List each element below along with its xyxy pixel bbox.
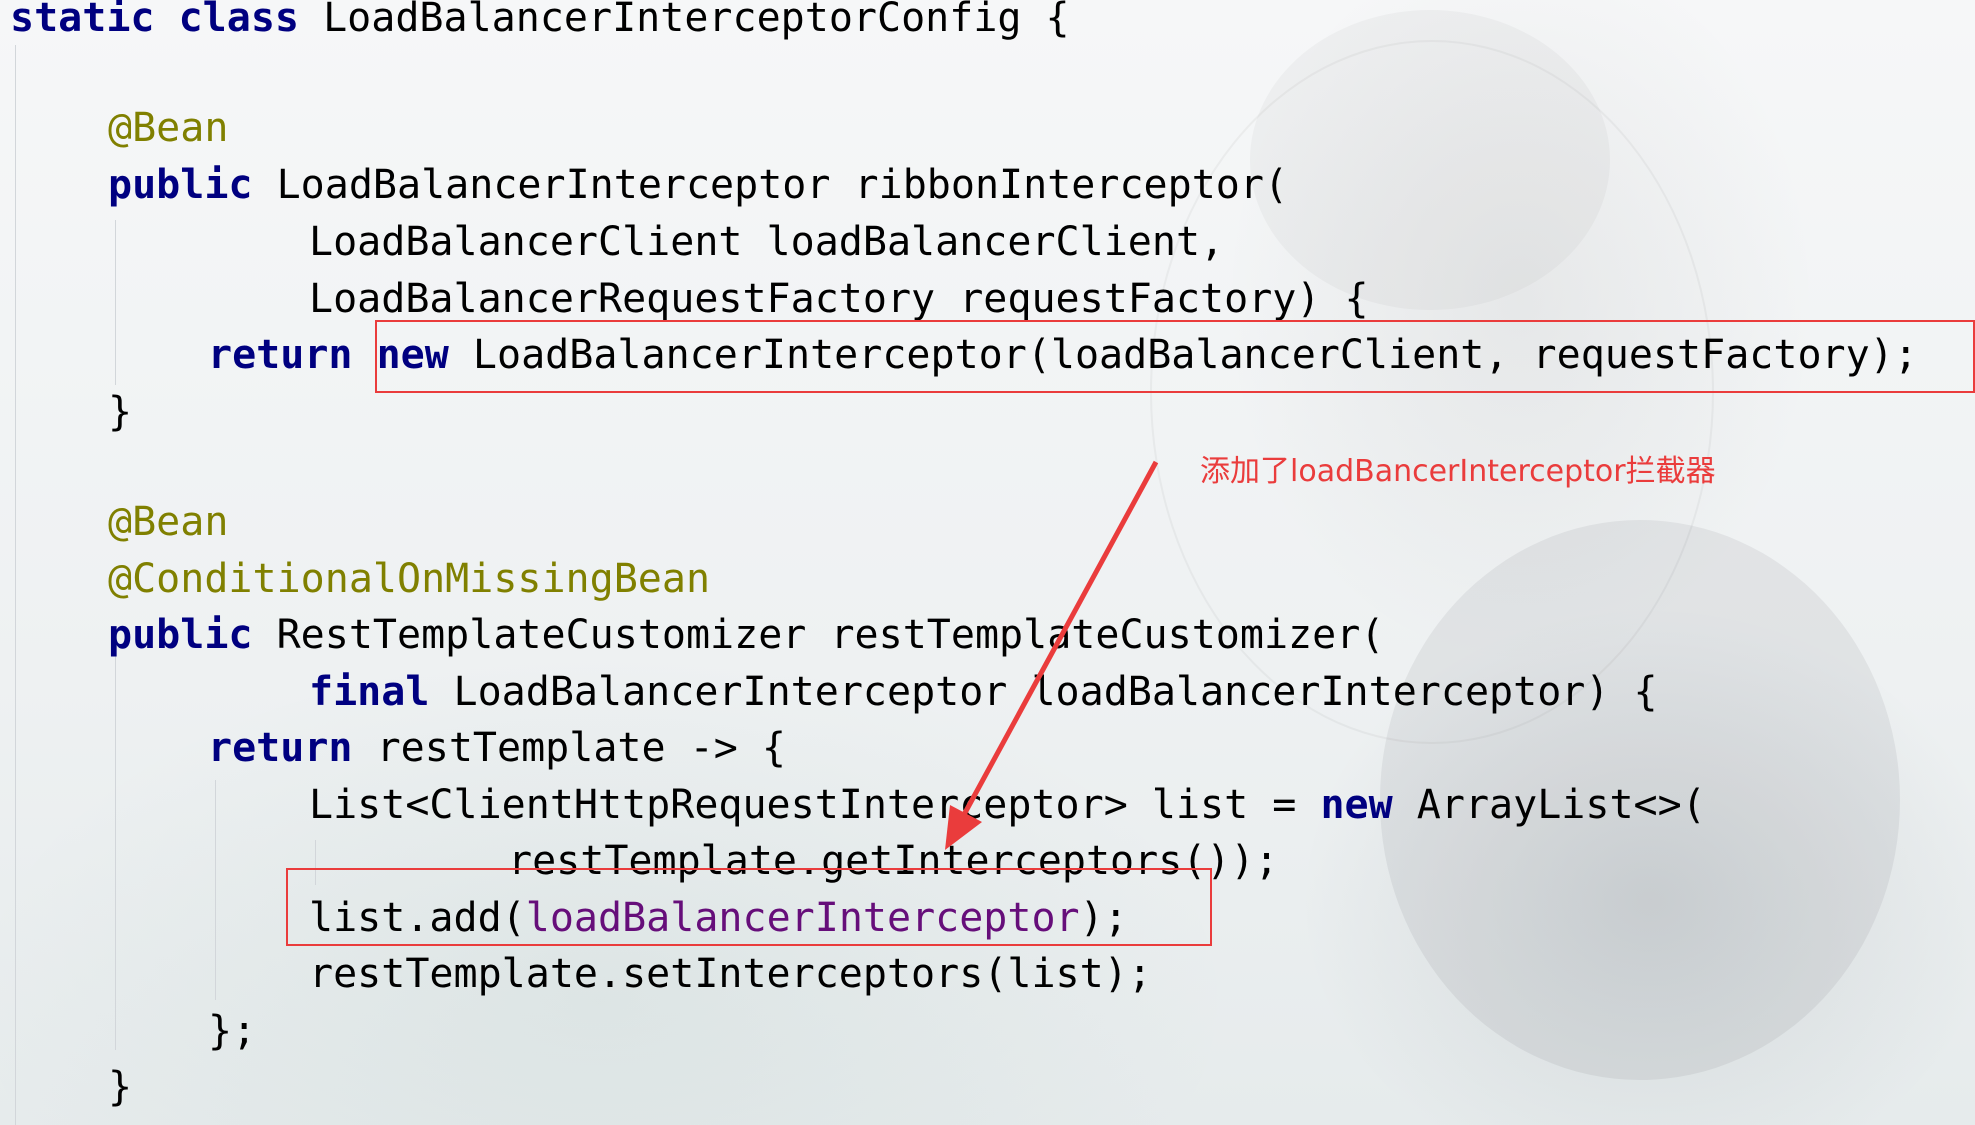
code-line-2: @Bean: [108, 100, 228, 156]
code-text: restTemplate -> {: [352, 725, 786, 771]
code-text: LoadBalancerInterceptor loadBalancerInte…: [429, 669, 1658, 715]
code-text: ArrayList<>(: [1392, 782, 1706, 828]
annotation-callout: 添加了loadBancerInterceptor拦截器: [1200, 454, 1716, 489]
code-line-12: return restTemplate -> {: [208, 720, 786, 776]
code-line-1: static class LoadBalancerInterceptorConf…: [10, 0, 1070, 46]
code-text: };: [208, 1008, 257, 1054]
code-text: RestTemplateCustomizer restTemplateCusto…: [252, 612, 1385, 658]
code-text: LoadBalancerRequestFactory requestFactor…: [309, 276, 1369, 322]
annotation: @Bean: [108, 499, 229, 545]
code-line-10: public RestTemplateCustomizer restTempla…: [108, 607, 1384, 663]
keyword: class: [178, 0, 300, 41]
code-line-11: final LoadBalancerInterceptor loadBalanc…: [309, 664, 1658, 720]
code-line-5: LoadBalancerRequestFactory requestFactor…: [309, 271, 1369, 327]
keyword: return: [208, 725, 353, 771]
background-watermark: [1250, 10, 1610, 310]
keyword: final: [309, 669, 430, 715]
indent-guide: [215, 780, 216, 1000]
code-text: restTemplate.setInterceptors(list);: [309, 951, 1152, 997]
code-text: }: [108, 1064, 133, 1110]
annotation: @Bean: [108, 105, 229, 151]
code-line-18: }: [108, 1059, 132, 1115]
code-text: LoadBalancerClient loadBalancerClient,: [309, 219, 1225, 265]
indent-guide: [115, 220, 116, 385]
highlight-box-return-new: [375, 320, 1975, 393]
code-text: }: [108, 389, 133, 435]
code-text: List<ClientHttpRequestInterceptor> list …: [309, 782, 1321, 828]
code-text: LoadBalancerInterceptor ribbonIntercepto…: [252, 162, 1289, 208]
code-line-4: LoadBalancerClient loadBalancerClient,: [309, 214, 1224, 270]
code-line-16: restTemplate.setInterceptors(list);: [309, 946, 1152, 1002]
code-line-13: List<ClientHttpRequestInterceptor> list …: [309, 777, 1706, 833]
keyword: new: [1320, 782, 1393, 828]
keyword: public: [108, 612, 253, 658]
code-line-3: public LoadBalancerInterceptor ribbonInt…: [108, 157, 1288, 213]
code-line-7: }: [108, 384, 132, 440]
keyword: return: [208, 332, 353, 378]
highlight-box-list-add: [286, 868, 1212, 946]
code-text: LoadBalancerInterceptorConfig {: [299, 0, 1070, 41]
keyword: public: [108, 162, 253, 208]
code-line-17: };: [208, 1003, 256, 1059]
keyword: static: [10, 0, 155, 41]
indent-guide: [115, 650, 116, 1050]
code-editor[interactable]: static class LoadBalancerInterceptorConf…: [0, 0, 1975, 1125]
annotation: @ConditionalOnMissingBean: [108, 556, 711, 602]
code-line-8: @Bean: [108, 494, 228, 550]
code-line-9: @ConditionalOnMissingBean: [108, 551, 710, 607]
indent-guide: [15, 45, 16, 1125]
